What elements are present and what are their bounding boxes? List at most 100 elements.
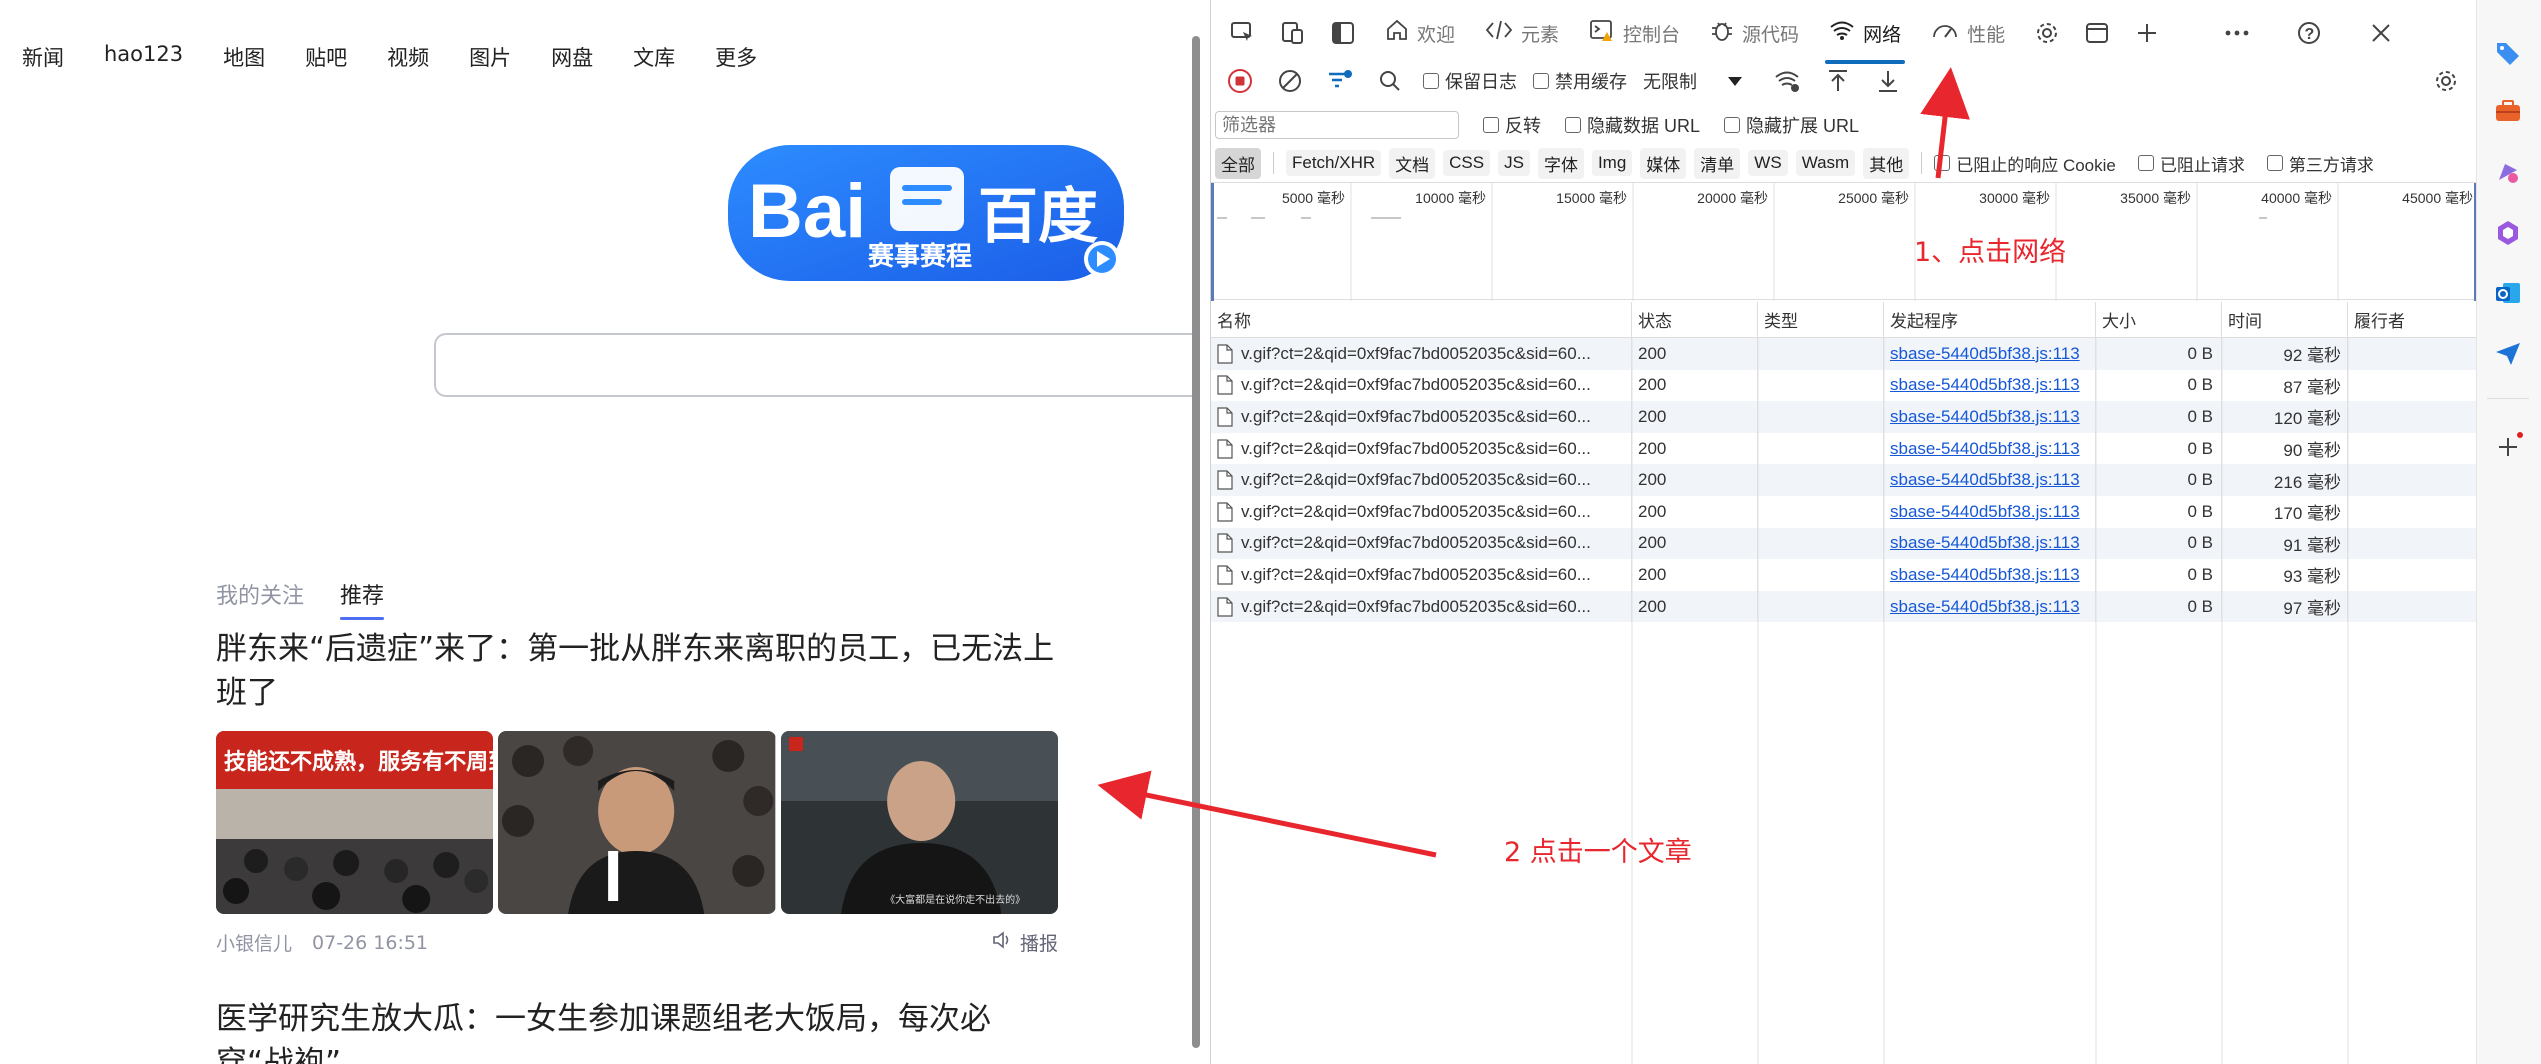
type-img[interactable]: Img bbox=[1591, 150, 1633, 176]
table-row[interactable]: v.gif?ct=2&qid=0xf9fac7bd0052035c&sid=60… bbox=[1211, 590, 2477, 623]
type-css[interactable]: CSS bbox=[1443, 150, 1491, 176]
type-manifest[interactable]: 清单 bbox=[1694, 147, 1741, 179]
nav-more-link[interactable]: 更多 bbox=[715, 42, 757, 72]
hide-data-urls-checkbox[interactable]: 隐藏数据 URL bbox=[1565, 112, 1700, 138]
header-size[interactable]: 大小 bbox=[2096, 302, 2222, 337]
header-type[interactable]: 类型 bbox=[1758, 302, 1884, 337]
invert-checkbox[interactable]: 反转 bbox=[1483, 112, 1541, 138]
filter-input[interactable] bbox=[1215, 111, 1459, 139]
nav-pan-link[interactable]: 网盘 bbox=[551, 42, 593, 72]
header-time[interactable]: 时间 bbox=[2222, 302, 2348, 337]
hide-extension-urls-checkbox[interactable]: 隐藏扩展 URL bbox=[1724, 112, 1859, 138]
type-js[interactable]: JS bbox=[1498, 150, 1530, 176]
filter-icon[interactable] bbox=[1323, 64, 1357, 98]
search-icon[interactable] bbox=[1373, 64, 1407, 98]
tab-performance[interactable]: 性能 bbox=[1921, 9, 2015, 57]
page-scrollbar[interactable] bbox=[1192, 36, 1200, 1048]
nav-map-link[interactable]: 地图 bbox=[223, 42, 265, 72]
initiator-link[interactable]: sbase-5440d5bf38.js:113 bbox=[1890, 597, 2080, 617]
tab-network[interactable]: 网络 bbox=[1819, 9, 1911, 64]
initiator-link[interactable]: sbase-5440d5bf38.js:113 bbox=[1890, 565, 2080, 585]
toolbox-icon[interactable] bbox=[2493, 96, 2523, 126]
outlook-icon[interactable] bbox=[2493, 278, 2523, 308]
article-title[interactable]: 胖东来“后遗症”来了：第一批从胖东来离职的员工，已无法上班了 bbox=[216, 627, 1056, 715]
help-icon[interactable]: ? bbox=[2291, 15, 2327, 51]
type-doc[interactable]: 文档 bbox=[1389, 147, 1436, 179]
initiator-link[interactable]: sbase-5440d5bf38.js:113 bbox=[1890, 470, 2080, 490]
table-row[interactable]: v.gif?ct=2&qid=0xf9fac7bd0052035c&sid=60… bbox=[1211, 527, 2477, 560]
type-fetch-xhr[interactable]: Fetch/XHR bbox=[1286, 150, 1382, 176]
initiator-link[interactable]: sbase-5440d5bf38.js:113 bbox=[1890, 344, 2080, 364]
games-icon[interactable] bbox=[2493, 158, 2523, 188]
network-timeline-overview[interactable]: 5000 毫秒 10000 毫秒 15000 毫秒 20000 毫秒 25000 毫秒 3… bbox=[1211, 182, 2480, 301]
nav-images-link[interactable]: 图片 bbox=[469, 42, 511, 72]
baidu-logo[interactable]: Bai 百度 赛事赛程 bbox=[728, 145, 1124, 281]
tab-console[interactable]: 控制台 bbox=[1579, 9, 1690, 57]
throttle-select[interactable]: 无限制 bbox=[1643, 68, 1743, 94]
copilot-icon[interactable] bbox=[2493, 218, 2523, 248]
nav-wenku-link[interactable]: 文库 bbox=[633, 42, 675, 72]
article-image-strip[interactable]: 技能还不成熟，服务有不周到的地 bbox=[216, 731, 1058, 914]
article-image-1[interactable]: 技能还不成熟，服务有不周到的地 bbox=[216, 731, 494, 914]
nav-news-link[interactable]: 新闻 bbox=[22, 42, 64, 72]
tab-sources[interactable]: 源代码 bbox=[1700, 9, 1809, 57]
download-icon[interactable] bbox=[1871, 64, 1905, 98]
article-title-2[interactable]: 医学研究生放大瓜：一女生参加课题组老大饭局，每次必穿“战袍” bbox=[216, 997, 1056, 1064]
blocked-requests-checkbox[interactable]: 已阻止请求 bbox=[2137, 151, 2245, 176]
article-image-2[interactable] bbox=[498, 731, 776, 914]
add-tab-icon[interactable] bbox=[2129, 15, 2165, 51]
article-author[interactable]: 小银信儿 bbox=[216, 929, 292, 956]
table-row[interactable]: v.gif?ct=2&qid=0xf9fac7bd0052035c&sid=60… bbox=[1211, 495, 2477, 528]
settings-gear-icon[interactable] bbox=[2029, 15, 2065, 51]
third-party-checkbox[interactable]: 第三方请求 bbox=[2266, 151, 2374, 176]
type-all[interactable]: 全部 bbox=[1215, 147, 1261, 179]
table-row[interactable]: v.gif?ct=2&qid=0xf9fac7bd0052035c&sid=60… bbox=[1211, 369, 2477, 402]
type-ws[interactable]: WS bbox=[1748, 150, 1788, 176]
nav-tieba-link[interactable]: 贴吧 bbox=[305, 42, 347, 72]
header-name[interactable]: 名称 bbox=[1211, 302, 1632, 337]
tab-elements[interactable]: 元素 bbox=[1475, 9, 1569, 57]
table-row[interactable]: v.gif?ct=2&qid=0xf9fac7bd0052035c&sid=60… bbox=[1211, 338, 2477, 370]
nav-hao123-link[interactable]: hao123 bbox=[104, 42, 183, 72]
network-settings-gear-icon[interactable] bbox=[2429, 64, 2463, 98]
table-row[interactable]: v.gif?ct=2&qid=0xf9fac7bd0052035c&sid=60… bbox=[1211, 559, 2477, 591]
blocked-cookies-checkbox[interactable]: 已阻止的响应 Cookie bbox=[1934, 151, 2116, 176]
dock-side-icon[interactable] bbox=[1325, 15, 1361, 51]
play-audio-button[interactable]: 播报 bbox=[992, 929, 1058, 956]
type-font[interactable]: 字体 bbox=[1537, 147, 1584, 179]
header-status[interactable]: 状态 bbox=[1632, 302, 1758, 337]
device-emulation-icon[interactable] bbox=[1275, 15, 1311, 51]
add-icon[interactable] bbox=[2493, 432, 2523, 462]
table-row[interactable]: v.gif?ct=2&qid=0xf9fac7bd0052035c&sid=60… bbox=[1211, 401, 2477, 433]
clear-icon[interactable] bbox=[1273, 64, 1307, 98]
send-icon[interactable] bbox=[2493, 338, 2523, 368]
record-stop-icon[interactable] bbox=[1223, 64, 1257, 98]
type-media[interactable]: 媒体 bbox=[1640, 147, 1687, 179]
window-icon[interactable] bbox=[2079, 15, 2115, 51]
close-icon[interactable] bbox=[2363, 15, 2399, 51]
initiator-link[interactable]: sbase-5440d5bf38.js:113 bbox=[1890, 502, 2080, 522]
nav-video-link[interactable]: 视频 bbox=[387, 42, 429, 72]
inspect-element-icon[interactable] bbox=[1225, 15, 1261, 51]
type-wasm[interactable]: Wasm bbox=[1795, 150, 1856, 176]
type-other[interactable]: 其他 bbox=[1863, 147, 1910, 179]
header-fulfilled-by[interactable]: 履行者 bbox=[2348, 302, 2477, 337]
initiator-link[interactable]: sbase-5440d5bf38.js:113 bbox=[1890, 407, 2080, 427]
upload-icon[interactable] bbox=[1821, 64, 1855, 98]
tag-icon[interactable] bbox=[2493, 38, 2523, 68]
article-image-3[interactable]: 《大富都是在说你走不出去的》 bbox=[780, 731, 1058, 914]
initiator-link[interactable]: sbase-5440d5bf38.js:113 bbox=[1890, 439, 2080, 459]
tab-recommend[interactable]: 推荐 bbox=[340, 578, 385, 620]
header-initiator[interactable]: 发起程序 bbox=[1884, 302, 2096, 337]
table-row[interactable]: v.gif?ct=2&qid=0xf9fac7bd0052035c&sid=60… bbox=[1211, 464, 2477, 496]
preserve-log-checkbox[interactable]: 保留日志 bbox=[1423, 68, 1517, 94]
baidu-search-input[interactable] bbox=[434, 333, 1194, 397]
tab-following[interactable]: 我的关注 bbox=[216, 578, 304, 610]
network-conditions-icon[interactable] bbox=[1771, 64, 1805, 98]
initiator-link[interactable]: sbase-5440d5bf38.js:113 bbox=[1890, 375, 2080, 395]
more-options-icon[interactable] bbox=[2219, 15, 2255, 51]
initiator-link[interactable]: sbase-5440d5bf38.js:113 bbox=[1890, 533, 2080, 553]
tab-welcome[interactable]: 欢迎 bbox=[1375, 9, 1465, 57]
disable-cache-checkbox[interactable]: 禁用缓存 bbox=[1533, 68, 1627, 94]
table-row[interactable]: v.gif?ct=2&qid=0xf9fac7bd0052035c&sid=60… bbox=[1211, 432, 2477, 465]
